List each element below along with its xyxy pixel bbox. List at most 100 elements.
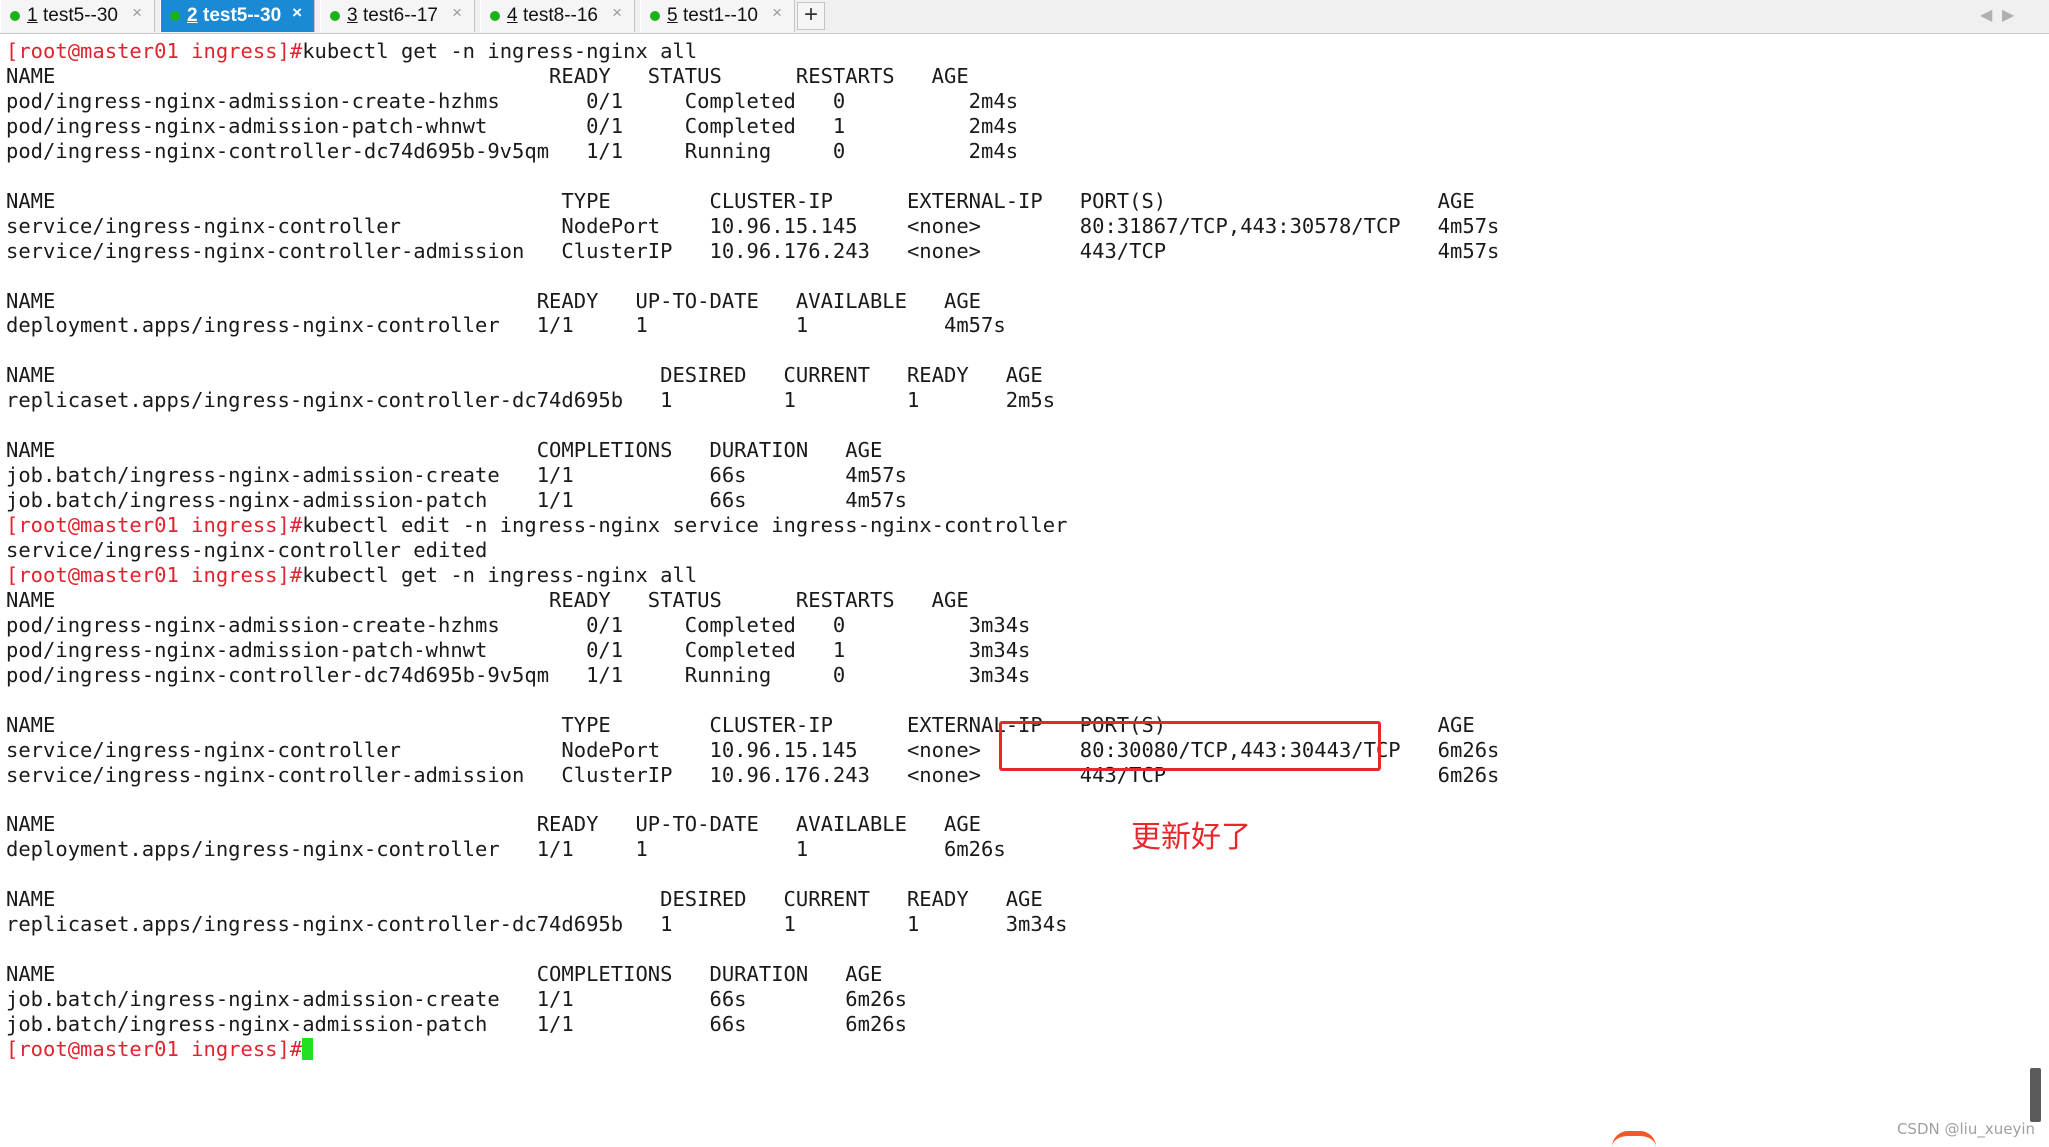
terminal-line: job.batch/ingress-nginx-admission-patch … — [6, 1012, 907, 1037]
terminal-line: NAME READY UP-TO-DATE AVAILABLE AGE — [6, 812, 981, 837]
terminal-line: pod/ingress-nginx-admission-create-hzhms… — [6, 613, 1030, 638]
terminal-line: pod/ingress-nginx-admission-patch-whnwt … — [6, 114, 1018, 139]
chevron-left-icon[interactable]: ◀ — [1980, 5, 1992, 25]
terminal-line: service/ingress-nginx-controller NodePor… — [6, 214, 1499, 239]
scrollbar-track[interactable] — [2023, 34, 2049, 1147]
command-text: kubectl get -n ingress-nginx all — [302, 562, 698, 587]
output-text: pod/ingress-nginx-admission-create-hzhms… — [6, 88, 1019, 113]
terminal-line: job.batch/ingress-nginx-admission-create… — [6, 463, 907, 488]
output-text: deployment.apps/ingress-nginx-controller… — [6, 313, 1006, 338]
terminal-line: deployment.apps/ingress-nginx-controller… — [6, 313, 1006, 338]
command-text: kubectl get -n ingress-nginx all — [302, 39, 698, 63]
tab-label: test5--30 — [43, 5, 118, 26]
terminal-command-line: [root@master01 ingress]#kubectl get -n i… — [6, 39, 697, 64]
logo-icon — [1612, 1131, 1656, 1147]
close-icon[interactable]: × — [772, 3, 782, 23]
output-text: pod/ingress-nginx-controller-dc74d695b-9… — [6, 138, 1019, 163]
output-text: job.batch/ingress-nginx-admission-create… — [6, 463, 907, 488]
output-text: service/ingress-nginx-controller edited — [6, 538, 488, 562]
terminal-line: replicaset.apps/ingress-nginx-controller… — [6, 388, 1055, 413]
output-text: NAME COMPLETIONS DURATION AGE — [6, 438, 883, 463]
terminal-line: service/ingress-nginx-controller-admissi… — [6, 239, 1499, 264]
close-icon[interactable]: × — [132, 3, 142, 23]
terminal-line: pod/ingress-nginx-admission-create-hzhms… — [6, 89, 1018, 114]
close-icon[interactable]: × — [292, 3, 302, 23]
tab-5[interactable]: 5 test1--10 × — [640, 0, 795, 32]
annotation-text: 更新好了 — [1131, 820, 1251, 855]
status-dot-icon — [170, 11, 180, 21]
output-text: NAME READY STATUS RESTARTS AGE — [6, 63, 969, 88]
tab-bar: 1 test5--30 × 2 test5--30 × 3 test6--17 … — [0, 0, 2049, 34]
terminal-command-line: [root@master01 ingress]#kubectl get -n i… — [6, 563, 697, 588]
output-text: replicaset.apps/ingress-nginx-controller… — [6, 912, 1068, 937]
shell-prompt: [root@master01 ingress]# — [6, 562, 303, 587]
tab-label: test8--16 — [523, 5, 598, 26]
output-text: deployment.apps/ingress-nginx-controller… — [6, 837, 1006, 862]
terminal-line: NAME COMPLETIONS DURATION AGE — [6, 962, 882, 987]
status-dot-icon — [330, 11, 340, 21]
output-text: pod/ingress-nginx-controller-dc74d695b-9… — [6, 662, 1031, 687]
output-text: pod/ingress-nginx-admission-patch-whnwt … — [6, 113, 1019, 138]
tab-label: test5--30 — [203, 5, 282, 26]
watermark: CSDN @liu_xueyin — [1896, 1120, 2035, 1138]
terminal-line: job.batch/ingress-nginx-admission-create… — [6, 987, 907, 1012]
terminal-line: service/ingress-nginx-controller edited — [6, 538, 487, 563]
terminal-line: NAME READY STATUS RESTARTS AGE — [6, 588, 969, 613]
tab-number: 4 — [507, 5, 518, 26]
tab-number: 2 — [187, 5, 198, 26]
annotation-highlight-box — [999, 721, 1381, 771]
terminal-command-line: [root@master01 ingress]# — [6, 1037, 314, 1062]
terminal-line: NAME TYPE CLUSTER-IP EXTERNAL-IP PORT(S)… — [6, 189, 1475, 214]
terminal-line: NAME READY UP-TO-DATE AVAILABLE AGE — [6, 289, 981, 314]
terminal-line: NAME READY STATUS RESTARTS AGE — [6, 64, 969, 89]
scrollbar-thumb[interactable] — [2030, 1068, 2041, 1122]
terminal-command-line: [root@master01 ingress]#kubectl edit -n … — [6, 513, 1067, 538]
tab-number: 1 — [27, 5, 38, 26]
tab-number: 3 — [347, 5, 358, 26]
terminal-line: pod/ingress-nginx-controller-dc74d695b-9… — [6, 139, 1018, 164]
shell-prompt: [root@master01 ingress]# — [6, 39, 303, 63]
output-text: job.batch/ingress-nginx-admission-create… — [6, 987, 907, 1012]
tab-4[interactable]: 4 test8--16 × — [480, 0, 635, 32]
output-text: service/ingress-nginx-controller-admissi… — [6, 238, 1500, 263]
tab-number: 5 — [667, 5, 678, 26]
terminal-line: deployment.apps/ingress-nginx-controller… — [6, 837, 1006, 862]
terminal-line: job.batch/ingress-nginx-admission-patch … — [6, 488, 907, 513]
add-tab-button[interactable]: + — [797, 2, 825, 30]
output-text: NAME READY UP-TO-DATE AVAILABLE AGE — [6, 288, 982, 313]
tab-1[interactable]: 1 test5--30 × — [0, 0, 155, 32]
output-text: job.batch/ingress-nginx-admission-patch … — [6, 1012, 907, 1037]
command-text: kubectl edit -n ingress-nginx service in… — [302, 513, 1068, 538]
tab-label: test1--10 — [683, 5, 758, 26]
output-text: service/ingress-nginx-controller NodePor… — [6, 213, 1500, 238]
output-text: job.batch/ingress-nginx-admission-patch … — [6, 488, 907, 513]
tab-2[interactable]: 2 test5--30 × — [160, 0, 315, 32]
text-cursor — [302, 1038, 314, 1060]
output-text: pod/ingress-nginx-admission-create-hzhms… — [6, 612, 1031, 637]
close-icon[interactable]: × — [612, 3, 622, 23]
terminal-line: NAME DESIRED CURRENT READY AGE — [6, 363, 1043, 388]
terminal-line: pod/ingress-nginx-controller-dc74d695b-9… — [6, 663, 1030, 688]
output-text: NAME READY UP-TO-DATE AVAILABLE AGE — [6, 812, 982, 837]
status-dot-icon — [10, 11, 20, 21]
output-text: pod/ingress-nginx-admission-patch-whnwt … — [6, 637, 1031, 662]
status-dot-icon — [490, 11, 500, 21]
output-text: replicaset.apps/ingress-nginx-controller… — [6, 388, 1056, 413]
terminal-line: NAME DESIRED CURRENT READY AGE — [6, 887, 1043, 912]
chevron-right-icon[interactable]: ▶ — [2002, 5, 2014, 25]
shell-prompt: [root@master01 ingress]# — [6, 513, 303, 538]
output-text: NAME COMPLETIONS DURATION AGE — [6, 962, 883, 987]
output-text: NAME READY STATUS RESTARTS AGE — [6, 587, 969, 612]
tab-3[interactable]: 3 test6--17 × — [320, 0, 475, 32]
tab-label: test6--17 — [363, 5, 438, 26]
terminal-output[interactable]: [root@master01 ingress]#kubectl get -n i… — [0, 36, 2020, 1147]
shell-prompt: [root@master01 ingress]# — [6, 1037, 303, 1061]
status-dot-icon — [650, 11, 660, 21]
close-icon[interactable]: × — [452, 3, 462, 23]
terminal-line: NAME COMPLETIONS DURATION AGE — [6, 438, 882, 463]
output-text: NAME TYPE CLUSTER-IP EXTERNAL-IP PORT(S)… — [6, 188, 1475, 213]
terminal-line: pod/ingress-nginx-admission-patch-whnwt … — [6, 638, 1030, 663]
output-text: NAME DESIRED CURRENT READY AGE — [6, 363, 1043, 388]
terminal-line: replicaset.apps/ingress-nginx-controller… — [6, 912, 1067, 937]
output-text: NAME DESIRED CURRENT READY AGE — [6, 887, 1043, 912]
